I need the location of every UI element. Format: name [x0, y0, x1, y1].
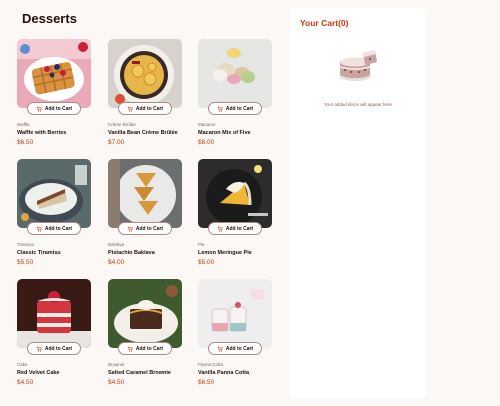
add-to-cart-button[interactable]: Add to Cart: [118, 222, 172, 235]
product-category: Crème Brûlée: [108, 122, 136, 127]
product-category: Pie: [198, 242, 205, 247]
product-card: Add to Cart Baklava Pistachio Baklava $4…: [108, 159, 182, 266]
product-name: Classic Tiramisu: [17, 250, 61, 256]
add-to-cart-icon: [127, 346, 133, 352]
product-card: Add to Cart Brownie Salted Caramel Brown…: [108, 279, 182, 386]
product-name: Vanilla Bean Crème Brûlée: [108, 130, 178, 136]
brownie-image: [108, 279, 182, 348]
add-to-cart-icon: [217, 346, 223, 352]
product-card: Add to Cart Panna Cotta Vanilla Panna Co…: [198, 279, 272, 386]
add-to-cart-button[interactable]: Add to Cart: [118, 342, 172, 355]
panna-cotta-image: [198, 279, 272, 348]
product-name: Macaron Mix of Five: [198, 130, 251, 136]
cake-image: [17, 279, 91, 348]
product-card: Add to Cart Tiramisu Classic Tiramisu $5…: [17, 159, 91, 266]
product-price: $8.00: [198, 139, 215, 146]
add-to-cart-button[interactable]: Add to Cart: [27, 342, 81, 355]
add-to-cart-label: Add to Cart: [225, 225, 254, 232]
pie-image: [198, 159, 272, 228]
add-to-cart-icon: [127, 226, 133, 232]
product-category: Tiramisu: [17, 242, 35, 247]
baklava-image: [108, 159, 182, 228]
product-price: $5.00: [198, 259, 215, 266]
waffle-image: [17, 39, 91, 108]
product-name: Waffle with Berries: [17, 130, 67, 136]
product-card: Add to Cart Waffle Waffle with Berries $…: [17, 39, 91, 146]
add-to-cart-label: Add to Cart: [44, 225, 73, 232]
add-to-cart-icon: [36, 226, 42, 232]
add-to-cart-label: Add to Cart: [44, 105, 73, 112]
creme-brulee-image: [108, 39, 182, 108]
add-to-cart-icon: [127, 106, 133, 112]
add-to-cart-button[interactable]: Add to Cart: [118, 102, 172, 115]
add-to-cart-button[interactable]: Add to Cart: [208, 102, 262, 115]
product-name: Red Velvet Cake: [17, 370, 60, 376]
product-price: $6.50: [17, 139, 34, 146]
cart-title: Your Cart(0): [300, 18, 349, 28]
cart-empty-message: Your added items will appear here: [324, 101, 392, 107]
product-category: Brownie: [108, 362, 125, 367]
product-category: Cake: [17, 362, 28, 367]
add-to-cart-label: Add to Cart: [225, 345, 254, 352]
product-name: Lemon Meringue Pie: [198, 250, 252, 256]
add-to-cart-button[interactable]: Add to Cart: [27, 222, 81, 235]
product-price: $7.00: [108, 139, 125, 146]
product-card: Add to Cart Cake Red Velvet Cake $4.50: [17, 279, 91, 386]
product-category: Baklava: [108, 242, 125, 247]
add-to-cart-button[interactable]: Add to Cart: [208, 342, 262, 355]
add-to-cart-icon: [36, 346, 42, 352]
product-price: $4.50: [108, 379, 125, 386]
add-to-cart-icon: [36, 106, 42, 112]
product-category: Waffle: [17, 122, 30, 127]
add-to-cart-icon: [217, 226, 223, 232]
add-to-cart-button[interactable]: Add to Cart: [208, 222, 262, 235]
add-to-cart-icon: [217, 106, 223, 112]
product-name: Pistachio Baklava: [108, 250, 155, 256]
page-title: Desserts: [22, 11, 77, 26]
add-to-cart-label: Add to Cart: [135, 105, 164, 112]
add-to-cart-label: Add to Cart: [135, 225, 164, 232]
cart-panel: Your Cart(0) Your added items will appea…: [290, 8, 426, 398]
product-name: Vanilla Panna Cotta: [198, 370, 250, 376]
empty-cart-cake-icon: [339, 50, 377, 81]
product-price: $4.00: [108, 259, 125, 266]
product-price: $4.50: [17, 379, 34, 386]
macaron-image: [198, 39, 272, 108]
product-price: $6.50: [198, 379, 215, 386]
product-card: Add to Cart Crème Brûlée Vanilla Bean Cr…: [108, 39, 182, 146]
product-card: Add to Cart Macaron Macaron Mix of Five …: [198, 39, 272, 146]
product-card: Add to Cart Pie Lemon Meringue Pie $5.00: [198, 159, 272, 266]
product-name: Salted Caramel Brownie: [108, 370, 171, 376]
product-category: Panna Cotta: [198, 362, 224, 367]
product-price: $5.50: [17, 259, 34, 266]
add-to-cart-label: Add to Cart: [44, 345, 73, 352]
product-category: Macaron: [198, 122, 216, 127]
add-to-cart-button[interactable]: Add to Cart: [27, 102, 81, 115]
tiramisu-image: [17, 159, 91, 228]
add-to-cart-label: Add to Cart: [135, 345, 164, 352]
add-to-cart-label: Add to Cart: [225, 105, 254, 112]
